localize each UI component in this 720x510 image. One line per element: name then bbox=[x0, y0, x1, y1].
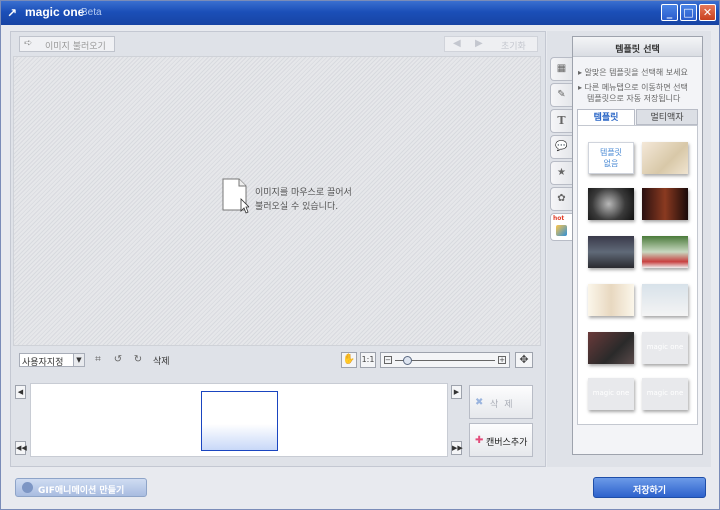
side-tab-speech-bubble-icon[interactable]: 💬 bbox=[550, 135, 572, 159]
next-arrow-icon[interactable]: ▶ bbox=[475, 38, 483, 49]
tab-templates[interactable]: 템플릿 bbox=[577, 109, 635, 125]
template-thumb[interactable] bbox=[588, 332, 634, 364]
drop-hint-line1: 이미지를 마우스로 끌어서 bbox=[255, 188, 352, 198]
move-tool-icon[interactable]: ✥ bbox=[515, 352, 533, 368]
side-tab-brush-icon[interactable]: ✎ bbox=[550, 83, 572, 107]
add-canvas-button[interactable]: ✚ 캔버스추가 bbox=[469, 423, 533, 457]
template-thumb[interactable] bbox=[588, 284, 634, 316]
add-canvas-label: 캔버스추가 bbox=[486, 438, 528, 448]
side-tab-text-icon[interactable]: T bbox=[550, 109, 572, 133]
side-tabs: ▦ ✎ T 💬 ★ ✿ hot bbox=[550, 57, 572, 247]
make-gif-button[interactable]: GIF애니메이션 만들기 bbox=[15, 478, 147, 497]
rotate-right-icon[interactable]: ↻ bbox=[131, 353, 145, 367]
canvas-size-select[interactable]: 사용자지정 ▼ bbox=[19, 353, 85, 368]
strip-last-icon[interactable]: ▶▶ bbox=[451, 441, 463, 455]
watermark-text: magic one bbox=[646, 389, 684, 397]
template-thumb[interactable] bbox=[642, 142, 688, 174]
delete-frame-label: 삭제 bbox=[490, 400, 519, 410]
gif-icon bbox=[22, 482, 33, 493]
nav-box: ◀ ▶ 초기화 bbox=[444, 36, 538, 52]
image-canvas[interactable]: 이미지를 마우스로 끌어서 불러오실 수 있습니다. bbox=[13, 56, 541, 346]
tab-multiframe[interactable]: 멀티액자 bbox=[636, 109, 698, 125]
delete-frame-button[interactable]: ✖ 삭제 bbox=[469, 385, 533, 419]
delete-image-button[interactable]: 삭제 bbox=[153, 354, 170, 367]
template-thumb[interactable] bbox=[588, 188, 634, 220]
watermark-text: magic one bbox=[646, 343, 684, 351]
watermark-text: magic one bbox=[592, 389, 630, 397]
template-thumb[interactable] bbox=[642, 236, 688, 268]
template-thumb[interactable] bbox=[588, 236, 634, 268]
reset-button[interactable]: 초기화 bbox=[501, 39, 526, 52]
cube-icon bbox=[556, 225, 567, 236]
close-button[interactable]: ✕ bbox=[699, 4, 716, 21]
minimize-button[interactable]: _ bbox=[661, 4, 678, 21]
load-image-label: 이미지 불러오기 bbox=[45, 42, 106, 52]
app-logo-icon: ↗ bbox=[7, 6, 18, 20]
document-drag-icon bbox=[222, 178, 249, 214]
hot-badge: hot bbox=[553, 215, 565, 222]
template-desc-1: ▸ 알맞은 템플릿을 선택해 보세요 bbox=[578, 68, 688, 77]
template-thumb-placeholder[interactable]: magic one bbox=[642, 378, 688, 410]
crop-icon[interactable]: ⌗ bbox=[91, 353, 105, 367]
plus-icon: ✚ bbox=[475, 435, 484, 446]
no-template-line2: 없음 bbox=[603, 159, 619, 168]
side-tab-hot-templates[interactable]: hot bbox=[550, 213, 572, 241]
template-desc-2: ▸ 다른 메뉴탭으로 이동하면 선택 bbox=[578, 83, 688, 92]
drop-hint: 이미지를 마우스로 끌어서 불러오실 수 있습니다. bbox=[221, 177, 381, 232]
drop-hint-line2: 불러오실 수 있습니다. bbox=[255, 202, 339, 212]
template-grid: 템플릿 없음 magic one magic one magic one bbox=[577, 125, 698, 425]
canvas-toolbar: 사용자지정 ▼ ⌗ ↺ ↻ 삭제 ✋ 1:1 − + ✥ bbox=[13, 351, 541, 371]
delete-x-icon: ✖ bbox=[475, 397, 484, 408]
make-gif-label: GIF애니메이션 만들기 bbox=[38, 486, 125, 496]
template-panel-title: 템플릿 선택 bbox=[615, 45, 660, 55]
frame-strip[interactable] bbox=[30, 383, 448, 457]
zoom-out-icon[interactable]: − bbox=[384, 356, 392, 364]
template-desc-3: 템플릿으로 자동 저장됩니다 bbox=[587, 94, 681, 103]
app-title: magic one bbox=[25, 5, 85, 19]
template-thumb-none[interactable]: 템플릿 없음 bbox=[588, 142, 634, 174]
strip-first-icon[interactable]: ◀◀ bbox=[15, 441, 27, 455]
strip-scroll-left-icon[interactable]: ◀ bbox=[15, 385, 26, 399]
maximize-button[interactable]: □ bbox=[680, 4, 697, 21]
zoom-slider[interactable]: − + bbox=[380, 352, 510, 368]
top-toolbar: ➪ 이미지 불러오기 ◀ ▶ 초기화 bbox=[11, 34, 545, 54]
app-beta-label: Beta bbox=[81, 7, 102, 18]
prev-arrow-icon[interactable]: ◀ bbox=[453, 38, 461, 49]
no-template-line1: 템플릿 bbox=[599, 148, 623, 157]
canvas-size-value: 사용자지정 bbox=[22, 358, 64, 368]
template-thumb-placeholder[interactable]: magic one bbox=[588, 378, 634, 410]
save-label: 저장하기 bbox=[632, 486, 667, 496]
hand-tool-icon[interactable]: ✋ bbox=[341, 352, 357, 368]
import-arrow-icon: ➪ bbox=[24, 38, 33, 49]
template-thumb[interactable] bbox=[642, 284, 688, 316]
actual-size-button[interactable]: 1:1 bbox=[360, 352, 376, 368]
save-button[interactable]: 저장하기 bbox=[593, 477, 706, 498]
strip-scroll-right-icon[interactable]: ▶ bbox=[451, 385, 462, 399]
side-tab-star-icon[interactable]: ★ bbox=[550, 161, 572, 185]
zoom-in-icon[interactable]: + bbox=[498, 356, 506, 364]
load-image-button[interactable]: ➪ 이미지 불러오기 bbox=[19, 36, 115, 52]
chevron-down-icon[interactable]: ▼ bbox=[73, 354, 84, 366]
template-panel: 템플릿 선택 ▸ 알맞은 템플릿을 선택해 보세요 ▸ 다른 메뉴탭으로 이동하… bbox=[572, 36, 703, 455]
template-thumb-placeholder[interactable]: magic one bbox=[642, 332, 688, 364]
app-window: ↗ magic one Beta _ □ ✕ ➪ 이미지 불러오기 ◀ ▶ 초기… bbox=[0, 0, 720, 510]
zoom-knob[interactable] bbox=[403, 356, 412, 365]
side-tab-sticker-icon[interactable]: ✿ bbox=[550, 187, 572, 211]
template-panel-header: 템플릿 선택 bbox=[573, 37, 702, 57]
template-thumb[interactable] bbox=[642, 188, 688, 220]
rotate-left-icon[interactable]: ↺ bbox=[111, 353, 125, 367]
frame-strip-area: ◀ ◀◀ ▶ ▶▶ ✖ 삭제 ✚ 캔버스추가 bbox=[13, 378, 541, 462]
title-bar[interactable]: ↗ magic one Beta _ □ ✕ bbox=[1, 1, 719, 25]
side-tab-frame-icon[interactable]: ▦ bbox=[550, 57, 572, 81]
frame-slot[interactable] bbox=[201, 391, 278, 451]
